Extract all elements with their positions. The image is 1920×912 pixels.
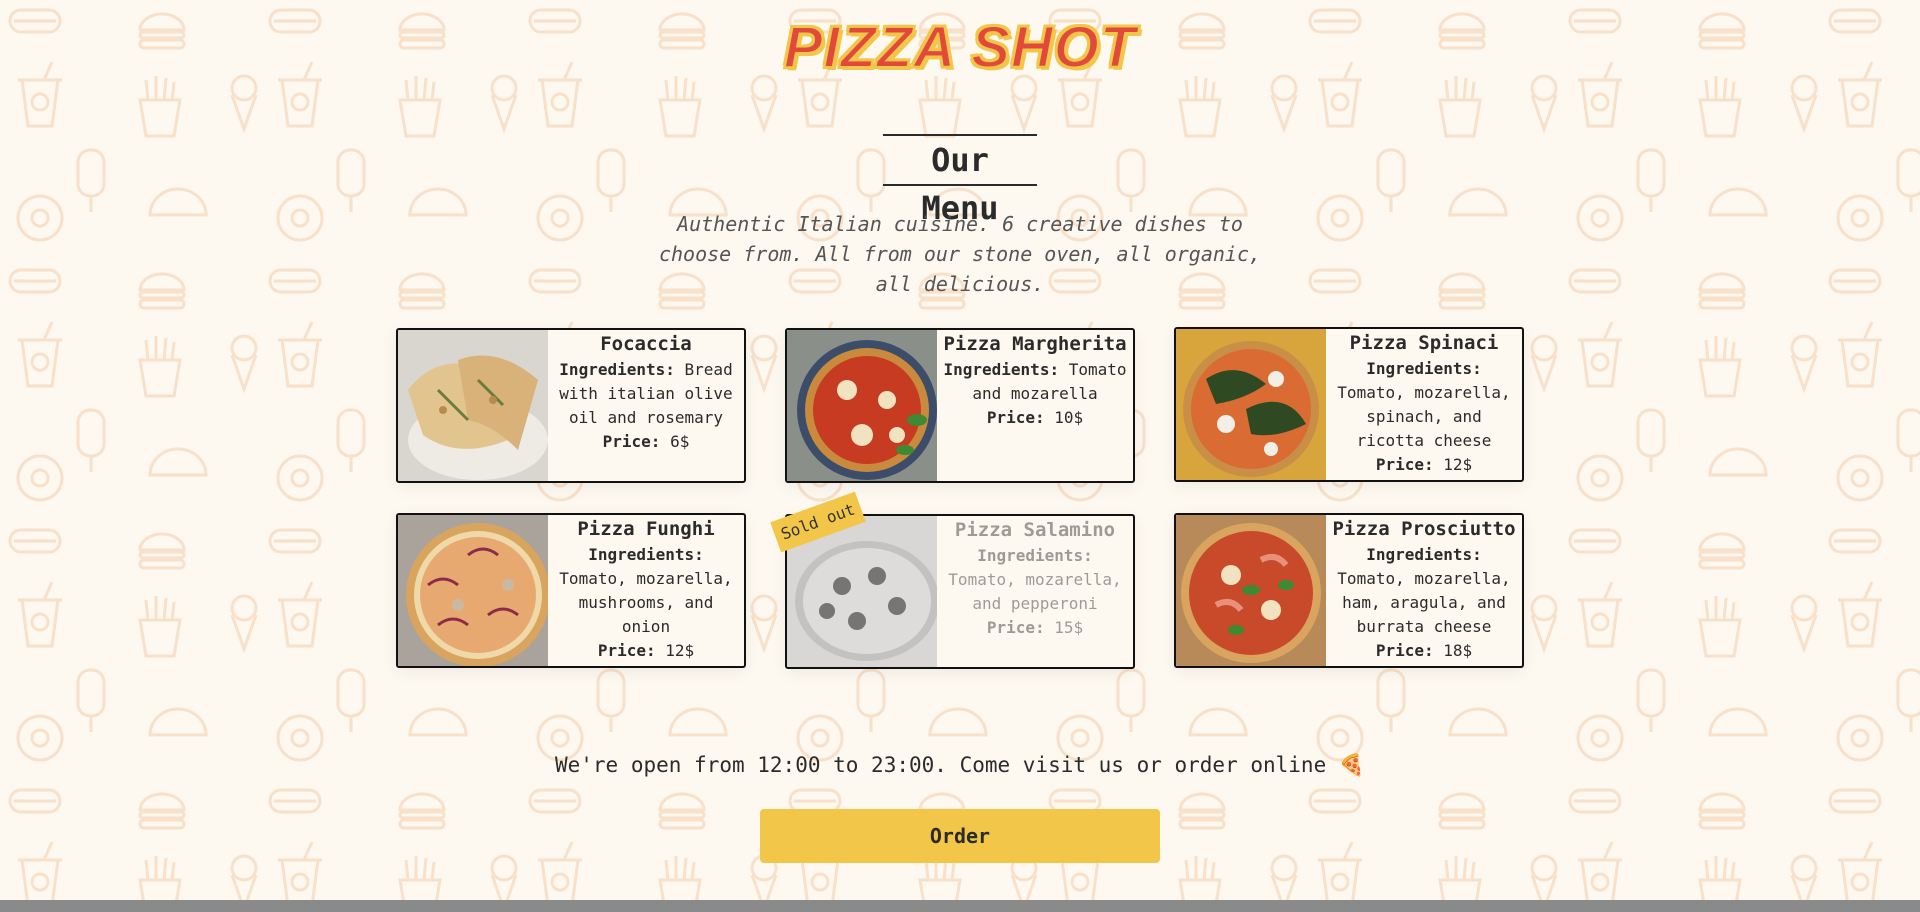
price-label: Price: bbox=[986, 618, 1045, 637]
spinaci-photo bbox=[1176, 329, 1326, 480]
item-price: Price: 10$ bbox=[941, 406, 1129, 430]
menu-card-focaccia: Focaccia Ingredients: Bread with italian… bbox=[396, 328, 746, 483]
ingredients-label: Ingredients: bbox=[943, 360, 1060, 379]
item-ingredients: Ingredients: Tomato, mozarella, ham, ara… bbox=[1330, 543, 1518, 639]
menu-card-salamino: Sold out Pizza Salamino Ingredients: Tom… bbox=[770, 491, 1135, 669]
price-value: 6$ bbox=[670, 432, 690, 451]
item-price: Price: 18$ bbox=[1330, 639, 1518, 663]
menu-intro: Authentic Italian cuisine. 6 creative di… bbox=[658, 212, 1262, 296]
price-label: Price: bbox=[986, 408, 1045, 427]
price-value: 18$ bbox=[1443, 641, 1473, 660]
item-price: Price: 6$ bbox=[552, 430, 740, 454]
item-name: Pizza Spinaci bbox=[1349, 332, 1499, 354]
order-button[interactable]: Order bbox=[760, 809, 1160, 863]
item-name: Pizza Funghi bbox=[577, 518, 715, 540]
price-value: 15$ bbox=[1054, 618, 1084, 637]
menu-title: Our Menu bbox=[883, 134, 1037, 227]
item-name: Pizza Prosciutto bbox=[1332, 518, 1516, 540]
price-value: 12$ bbox=[665, 641, 695, 660]
funghi-photo bbox=[398, 515, 548, 666]
item-name: Pizza Margherita bbox=[943, 333, 1127, 355]
price-label: Price: bbox=[597, 641, 656, 660]
price-label: Price: bbox=[602, 432, 661, 451]
pizza-shot-logo: PIZZA SHOT bbox=[783, 14, 1137, 81]
opening-hours-text: We're open from 12:00 to 23:00. Come vis… bbox=[554, 753, 1366, 777]
ingredients-label: Ingredients: bbox=[588, 545, 704, 564]
price-value: 10$ bbox=[1054, 408, 1084, 427]
ingredients-text: Tomato, mozarella, and pepperoni bbox=[948, 570, 1122, 613]
page-bottom-bar bbox=[0, 900, 1920, 912]
item-ingredients: Ingredients: Tomato, mozarella, and pepp… bbox=[941, 544, 1129, 616]
item-ingredients: Ingredients: Tomato, mozarella, mushroom… bbox=[552, 543, 740, 639]
ingredients-label: Ingredients: bbox=[559, 360, 675, 379]
menu-card-funghi: Pizza Funghi Ingredients: Tomato, mozare… bbox=[396, 513, 746, 668]
item-name: Pizza Salamino bbox=[954, 519, 1116, 541]
menu-card-spinaci: Pizza Spinaci Ingredients: Tomato, mozar… bbox=[1174, 327, 1524, 482]
menu-card-margherita: Pizza Margherita Ingredients: Tomato and… bbox=[785, 328, 1135, 483]
price-value: 12$ bbox=[1443, 455, 1473, 474]
item-name: Focaccia bbox=[600, 333, 692, 355]
menu-card-prosciutto: Pizza Prosciutto Ingredients: Tomato, mo… bbox=[1174, 513, 1524, 668]
item-ingredients: Ingredients: Tomato, mozarella, spinach,… bbox=[1330, 357, 1518, 453]
price-label: Price: bbox=[1375, 455, 1434, 474]
prosciutto-photo bbox=[1176, 515, 1326, 666]
focaccia-photo bbox=[398, 330, 548, 481]
item-price: Price: 15$ bbox=[941, 616, 1129, 640]
ingredients-label: Ingredients: bbox=[1366, 545, 1482, 564]
item-ingredients: Ingredients: Tomato and mozarella bbox=[941, 358, 1129, 406]
item-price: Price: 12$ bbox=[552, 639, 740, 663]
item-price: Price: 12$ bbox=[1330, 453, 1518, 477]
ingredients-label: Ingredients: bbox=[977, 546, 1093, 565]
item-ingredients: Ingredients: Bread with italian olive oi… bbox=[552, 358, 740, 430]
price-label: Price: bbox=[1375, 641, 1434, 660]
ingredients-text: Tomato, mozarella, ham, aragula, and bur… bbox=[1337, 569, 1511, 636]
margherita-photo bbox=[787, 330, 937, 481]
ingredients-text: Tomato, mozarella, spinach, and ricotta … bbox=[1337, 383, 1511, 450]
ingredients-text: Tomato, mozarella, mushrooms, and onion bbox=[559, 569, 733, 636]
ingredients-label: Ingredients: bbox=[1366, 359, 1482, 378]
